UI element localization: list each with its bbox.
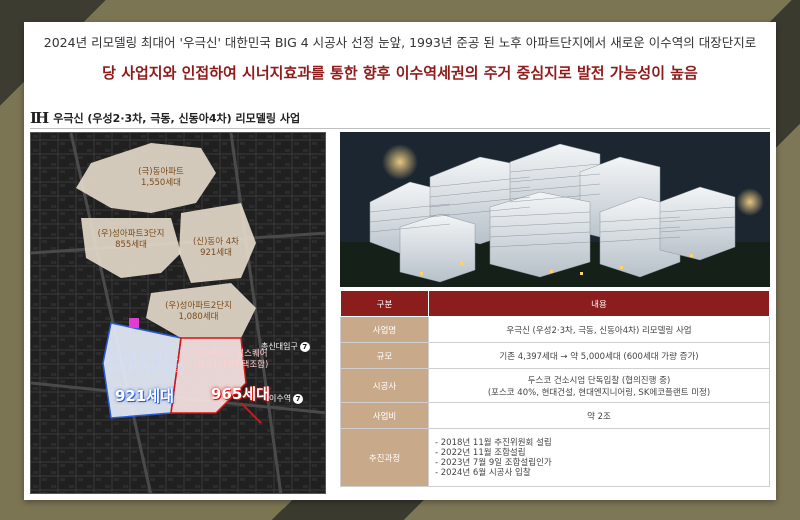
left-site-label: 이수역 힐스테이트 (사당3지역주택조합): [108, 353, 184, 374]
row-value: 기존 4,397세대 → 약 5,000세대 (600세대 가량 증가): [428, 342, 770, 369]
right-site-units: 965세대: [211, 385, 270, 403]
row-key: 사업비: [340, 402, 429, 429]
map-label-woosung2: (우)성아파트2단지 1,080세대: [165, 301, 232, 322]
table-row: 사업비 약 2조: [340, 402, 770, 429]
table-row: 규모 기존 4,397세대 → 약 5,000세대 (600세대 가량 증가): [340, 342, 770, 369]
section-divider: [30, 128, 770, 129]
table-header-row: 구분 내용: [340, 290, 770, 317]
rendering-graphic: [340, 132, 770, 287]
row-value: - 2018년 11월 추진위원회 설립 - 2022년 11월 조합설립 - …: [428, 428, 770, 487]
station-isu: 이수역 7: [269, 393, 304, 404]
headline-top: 2024년 리모델링 최대어 '우극신' 대한민국 BIG 4 시공사 선정 눈…: [43, 35, 757, 50]
headline-main: 당 사업지와 인접하여 시너지효과를 통한 향후 이수역세권의 주거 중심지로 …: [102, 64, 698, 82]
table-header-category: 구분: [340, 290, 429, 317]
row-key: 규모: [340, 342, 429, 369]
map-label-geukdong: (극)동아파트 1,550세대: [138, 167, 184, 188]
row-value: 약 2조: [428, 402, 770, 429]
row-key: 시공사: [340, 368, 429, 403]
metro-icon: 7: [293, 393, 304, 404]
brand-logo-icon: IH: [30, 109, 49, 127]
table-row: 사업명 우극신 (우성2·3차, 극동, 신동아4차) 리모델링 사업: [340, 316, 770, 343]
complex-rendering-image: [340, 132, 770, 287]
right-site-label: 이수역 센트럴스퀘어 (사당1지역주택조합): [193, 349, 269, 370]
row-key: 추진과정: [340, 428, 429, 487]
section-title: IH 우극신 (우성2·3차, 극동, 신동아4차) 리모델링 사업: [30, 109, 300, 127]
project-info-table: 구분 내용 사업명 우극신 (우성2·3차, 극동, 신동아4차) 리모델링 사…: [340, 290, 770, 487]
table-row: 시공사 두스코 건소시엄 단독입찰 (협의진행 중) (포스코 40%, 현대건…: [340, 368, 770, 403]
map-label-shindonga4: (신)동아 4차 921세대: [192, 237, 240, 258]
map-label-woosung3: (우)성아파트3단지 855세대: [97, 229, 165, 250]
document-sheet: 2024년 리모델링 최대어 '우극신' 대한민국 BIG 4 시공사 선정 눈…: [24, 22, 776, 500]
site-map: (극)동아파트 1,550세대 (우)성아파트3단지 855세대 (신)동아 4…: [30, 132, 326, 494]
row-value: 우극신 (우성2·3차, 극동, 신동아4차) 리모델링 사업: [428, 316, 770, 343]
station-chongshin: 총신대입구 7: [261, 341, 310, 352]
metro-icon: 7: [299, 341, 310, 352]
row-value: 두스코 건소시엄 단독입찰 (협의진행 중) (포스코 40%, 현대건설, 현…: [428, 368, 770, 403]
table-header-content: 내용: [428, 290, 770, 317]
section-title-text: 우극신 (우성2·3차, 극동, 신동아4차) 리모델링 사업: [53, 112, 301, 125]
table-row: 추진과정 - 2018년 11월 추진위원회 설립 - 2022년 11월 조합…: [340, 428, 770, 487]
left-site-units: 921세대: [115, 387, 174, 405]
row-key: 사업명: [340, 316, 429, 343]
